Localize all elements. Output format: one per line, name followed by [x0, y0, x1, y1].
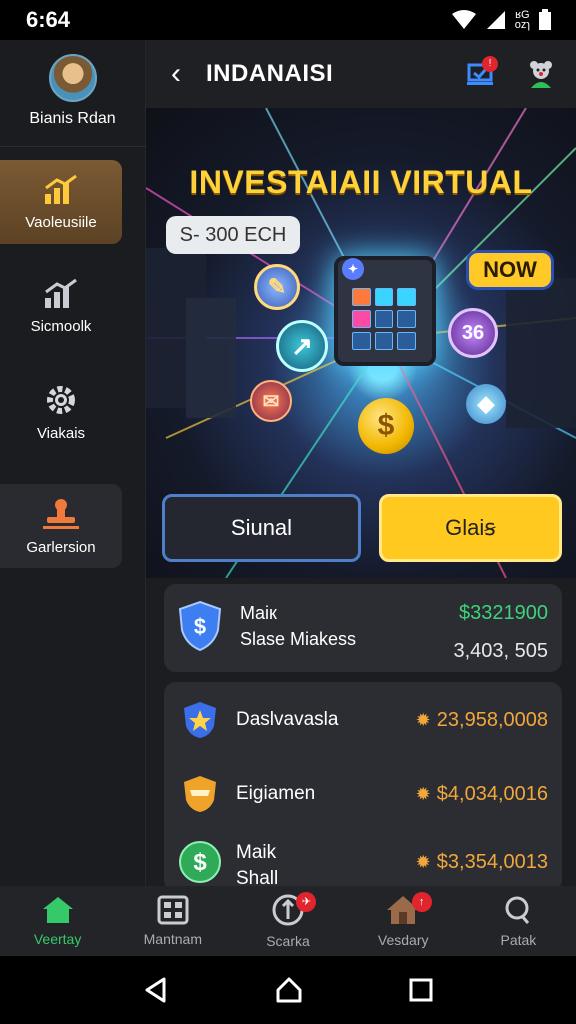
grid-box-icon [157, 895, 189, 925]
stamp-icon [43, 498, 79, 529]
recents-nav-icon[interactable] [408, 977, 434, 1003]
goals-button[interactable]: Glaiꞩ [378, 494, 562, 562]
tab-search-compass[interactable]: ✈ Scarka [230, 886, 345, 956]
sidebar-item-settings[interactable]: Viakais [0, 370, 122, 454]
hero-banner: INVESTAIAII VIRTUAL S- 300 ECH NOW ✎ ↗ ✉… [146, 108, 576, 578]
item-name: Eigiamen [236, 783, 316, 804]
gear-icon [47, 385, 75, 414]
network-type-label: ʁG ozɿ [514, 9, 530, 31]
price-tag: S- 300 ECH [166, 216, 300, 254]
chart-orb-icon: ↗ [276, 320, 328, 372]
home-nav-icon[interactable] [275, 976, 303, 1004]
holdings-list: Daslvavasla ✹ 23,958,0008 Eigiamen ✹ $4,… [164, 682, 562, 892]
now-button[interactable]: NOW [466, 250, 554, 290]
battery-icon [539, 9, 551, 30]
status-bar: 6:64 ʁG ozɿ [0, 0, 576, 40]
action-buttons: Siunal Glaiꞩ [162, 494, 562, 562]
back-button[interactable]: ‹ [146, 57, 206, 91]
dollar-coin-icon: $ [179, 841, 221, 883]
bar-chart-up-icon [45, 174, 77, 204]
gear-icon: ✹ [415, 783, 431, 804]
list-item[interactable]: Daslvavasla ✹ 23,958,0008 [164, 690, 562, 750]
profile-mascot-button[interactable] [516, 54, 566, 94]
tab-badge: ↑ [411, 892, 432, 912]
shield-badge-icon [184, 776, 216, 812]
item-value: ✹ $4,034,0016 [416, 783, 548, 806]
profile[interactable]: Bianis Rdan [0, 40, 145, 146]
signal-icon [486, 11, 505, 29]
gear-icon: ✹ [415, 709, 431, 730]
status-time: 6:64 [26, 7, 71, 32]
sidebar-item-label: Garlersion [26, 538, 96, 556]
hero-headline: INVESTAIAII VIRTUAL [189, 164, 533, 200]
notification-badge: ! [482, 56, 498, 72]
status-icons: ʁG ozɿ [451, 9, 552, 31]
avatar[interactable] [48, 54, 97, 102]
dollar-coin-icon: $ [358, 398, 414, 454]
summary-card[interactable]: $ Maiк Slase Miakess $3321900 3,403, 505 [164, 584, 562, 672]
item-value-text: 23,958,0008 [436, 708, 548, 731]
mascot-icon [530, 61, 552, 88]
svg-text:$: $ [194, 614, 206, 639]
summary-name-line2: Slase Miakess [240, 629, 357, 649]
summary-name-line1: Maiк [240, 603, 277, 623]
notifications-button[interactable]: ! [456, 54, 506, 94]
tab-label: Mantnam [143, 931, 202, 947]
signal-button[interactable]: Siunal [162, 494, 361, 562]
sidebar-divider [0, 146, 146, 147]
username: Bianis Rdan [29, 110, 116, 127]
list-item[interactable]: Eigiamen ✹ $4,034,0016 [164, 764, 562, 824]
svg-text:$: $ [193, 849, 207, 876]
tab-home[interactable]: Veertay [0, 886, 115, 956]
tab-label: Patak [500, 932, 537, 948]
summary-value-primary: $3321900 [459, 602, 548, 624]
star-badge-icon [184, 702, 216, 738]
sidebar-item-label: Viakais [36, 424, 86, 442]
holdings-panel: $ Maiк Slase Miakess $3321900 3,403, 505… [146, 578, 576, 892]
tab-vesdary[interactable]: ↑ Vesdary [346, 886, 461, 956]
tab-maintenance[interactable]: Mantnam [115, 886, 230, 956]
sidebar-item-garlersion[interactable]: Garlersion [0, 484, 122, 568]
summary-value-secondary: 3,403, 505 [453, 640, 548, 662]
pen-orb-icon: ✎ [254, 264, 300, 310]
search-icon [505, 896, 530, 924]
home-icon [42, 897, 73, 923]
atom-orb-icon: 36 [448, 308, 498, 358]
sidebar-item-stock[interactable]: Sicmoolk [0, 264, 122, 348]
coin-symbol: $ [377, 409, 395, 442]
item-value: ✹ $3,354,0013 [416, 851, 548, 874]
envelope-orb-icon: ✉ [250, 380, 292, 422]
item-value-text: $3,354,0013 [436, 850, 548, 873]
sidebar-item-label: Vaoleusiile [25, 213, 97, 231]
item-name: Maik Shall [236, 842, 279, 888]
shield-dollar-icon: $ [178, 600, 222, 652]
summary-name: Maiк Slase Miakess [240, 600, 356, 652]
sidebar-item-valuables[interactable]: Vaoleusiile [0, 160, 122, 244]
back-nav-icon[interactable] [142, 976, 170, 1004]
item-name: Daslvavasla [236, 709, 339, 730]
tab-label: Veertay [33, 931, 82, 947]
tab-badge: ✈ [296, 892, 317, 912]
item-value: ✹ 23,958,0008 [416, 709, 548, 732]
tab-label: Scarka [266, 933, 310, 949]
item-value-text: $4,034,0016 [436, 782, 548, 805]
bottom-tab-bar: Veertay Mantnam ✈ Scarka ↑ Vesdary Patak [0, 886, 576, 956]
top-header: ‹ INDANAISI ! [146, 40, 576, 108]
page-title: INDANAISI [206, 60, 334, 87]
tab-label: Vesdary [377, 932, 429, 948]
list-item[interactable]: $ Maik Shall ✹ $3,354,0013 [164, 836, 562, 888]
gear-icon: ✹ [415, 851, 431, 872]
wifi-icon [451, 10, 476, 29]
sidebar-item-label: Sicmoolk [30, 317, 92, 335]
sidebar: Bianis Rdan Vaoleusiile Sicmoolk Viakais… [0, 40, 146, 886]
trend-chart-icon [45, 278, 77, 308]
atom-orb-badge: 36 [461, 321, 485, 344]
tab-search[interactable]: Patak [461, 886, 576, 956]
gem-orb-icon: ◆ [466, 384, 506, 424]
system-nav-bar [0, 956, 576, 1024]
sparkle-orb-icon: ✦ [342, 258, 364, 280]
